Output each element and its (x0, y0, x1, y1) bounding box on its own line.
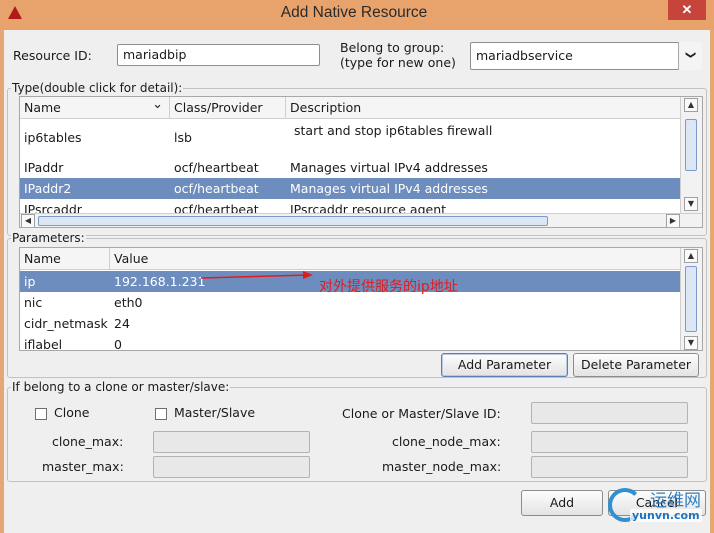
clone-id-input[interactable] (531, 402, 688, 424)
type-provider-cell: ocf/heartbeat (174, 202, 259, 213)
col-description-header[interactable]: Description (286, 97, 680, 119)
clone-max-label: clone_max: (52, 434, 124, 449)
type-name-cell: IPsrcaddr (24, 202, 82, 213)
sort-chevron-icon: ⌄ (152, 97, 163, 112)
clone-id-label: Clone or Master/Slave ID: (342, 406, 501, 421)
type-horizontal-scrollbar[interactable]: ◀ ▶ (20, 213, 702, 227)
scroll-thumb[interactable] (685, 119, 697, 171)
table-row[interactable]: ip6tables lsb start and stop ip6tables f… (20, 120, 680, 157)
table-row[interactable]: iflabel 0 (20, 334, 680, 351)
scroll-down-icon[interactable]: ▼ (684, 197, 698, 211)
add-parameter-button[interactable]: Add Parameter (441, 353, 568, 377)
watermark-title: 运维网 (650, 491, 701, 511)
param-name-cell: cidr_netmask (24, 316, 108, 331)
param-name-cell: nic (24, 295, 43, 310)
group-label: Belong to group: (type for new one) (340, 40, 456, 70)
master-max-label: master_max: (42, 459, 124, 474)
window-titlebar: Add Native Resource ✕ (0, 0, 714, 30)
master-slave-checkbox[interactable] (155, 408, 167, 420)
clone-group: If belong to a clone or master/slave: Cl… (7, 379, 707, 482)
table-row[interactable]: IPaddr ocf/heartbeat Manages virtual IPv… (20, 157, 680, 178)
col-provider-header[interactable]: Class/Provider (170, 97, 286, 119)
type-provider-cell: ocf/heartbeat (174, 160, 259, 175)
close-window-button[interactable]: ✕ (668, 0, 706, 20)
resource-id-input[interactable]: mariadbip (117, 44, 320, 66)
group-dropdown-button[interactable]: ❯ (678, 42, 702, 70)
type-table-header: Name ⌄ Class/Provider Description (20, 97, 680, 119)
scroll-thumb[interactable] (38, 216, 548, 226)
type-vertical-scrollbar[interactable]: ▲ ▼ (680, 97, 702, 213)
parameters-table: Name Value ip 192.168.1.231 nic eth0 cid… (19, 247, 703, 351)
type-name-cell: IPaddr (24, 160, 64, 175)
scroll-down-icon[interactable]: ▼ (684, 336, 698, 350)
group-combobox[interactable]: mariadbservice ❯ (470, 42, 702, 70)
clone-node-max-input[interactable] (531, 431, 688, 453)
scroll-up-icon[interactable]: ▲ (684, 98, 698, 112)
add-resource-dialog: Resource ID: mariadbip Belong to group: … (4, 30, 710, 533)
annotation-arrow-icon (200, 271, 313, 279)
parameters-vertical-scrollbar[interactable]: ▲ ▼ (680, 248, 702, 350)
group-label-line2: (type for new one) (340, 55, 456, 70)
type-group-title: Type(double click for detail): (11, 80, 184, 96)
table-row[interactable]: cidr_netmask 24 (20, 313, 680, 334)
parameters-table-header: Name Value (20, 248, 680, 270)
delete-parameter-button[interactable]: Delete Parameter (573, 353, 699, 377)
param-col-value-header[interactable]: Value (110, 248, 680, 270)
scroll-thumb[interactable] (685, 266, 697, 332)
parameters-group: Parameters: Name Value ip 192.168.1.231 … (7, 230, 707, 378)
resource-id-label: Resource ID: (13, 48, 92, 63)
window-title: Add Native Resource (280, 4, 428, 21)
annotation-text: 对外提供服务的ip地址 (319, 279, 458, 295)
master-slave-checkbox-label: Master/Slave (174, 405, 256, 420)
parameters-group-title: Parameters: (11, 230, 86, 246)
clone-max-input[interactable] (153, 431, 310, 453)
master-node-max-input[interactable] (531, 456, 688, 478)
type-name-cell: IPaddr2 (24, 181, 72, 196)
type-provider-cell: lsb (174, 130, 192, 145)
group-label-line1: Belong to group: (340, 40, 445, 55)
param-col-name-header[interactable]: Name (20, 248, 110, 270)
param-value-cell[interactable]: 0 (110, 334, 122, 350)
clone-checkbox-label: Clone (54, 405, 90, 420)
add-button[interactable]: Add (521, 490, 603, 516)
type-group: Type(double click for detail): Name ⌄ Cl… (7, 80, 707, 236)
type-description-cell: Manages virtual IPv4 addresses (290, 181, 488, 196)
clone-group-title: If belong to a clone or master/slave: (11, 379, 231, 395)
param-name-cell: ip (24, 274, 36, 289)
master-max-input[interactable] (153, 456, 310, 478)
scroll-left-icon[interactable]: ◀ (21, 214, 35, 227)
watermark-url: yunvn.com (630, 509, 702, 522)
watermark: 运维网 yunvn.com (606, 486, 712, 532)
type-description-cell: Manages virtual IPv4 addresses (290, 160, 488, 175)
param-value-cell[interactable]: 192.168.1.231 (110, 271, 205, 292)
table-row-selected[interactable]: IPaddr2 ocf/heartbeat Manages virtual IP… (20, 178, 680, 199)
table-row[interactable]: IPsrcaddr ocf/heartbeat IPsrcaddr resour… (20, 199, 680, 213)
clone-checkbox[interactable] (35, 408, 47, 420)
param-name-cell: iflabel (24, 337, 63, 351)
col-name-header[interactable]: Name ⌄ (20, 97, 170, 119)
clone-node-max-label: clone_node_max: (392, 434, 501, 449)
scroll-up-icon[interactable]: ▲ (684, 249, 698, 263)
param-value-cell[interactable]: 24 (110, 313, 130, 334)
type-name-cell: ip6tables (24, 130, 82, 145)
param-value-cell[interactable]: eth0 (110, 292, 142, 313)
master-node-max-label: master_node_max: (382, 459, 502, 474)
scroll-right-icon[interactable]: ▶ (666, 214, 680, 227)
type-provider-cell: ocf/heartbeat (174, 181, 259, 196)
group-value: mariadbservice (476, 48, 573, 63)
type-description-cell: IPsrcaddr resource agent (290, 202, 447, 213)
type-description-cell: start and stop ip6tables firewall (294, 123, 493, 138)
type-table: Name ⌄ Class/Provider Description ip6tab… (19, 96, 703, 228)
chevron-down-icon: ❯ (685, 50, 697, 60)
